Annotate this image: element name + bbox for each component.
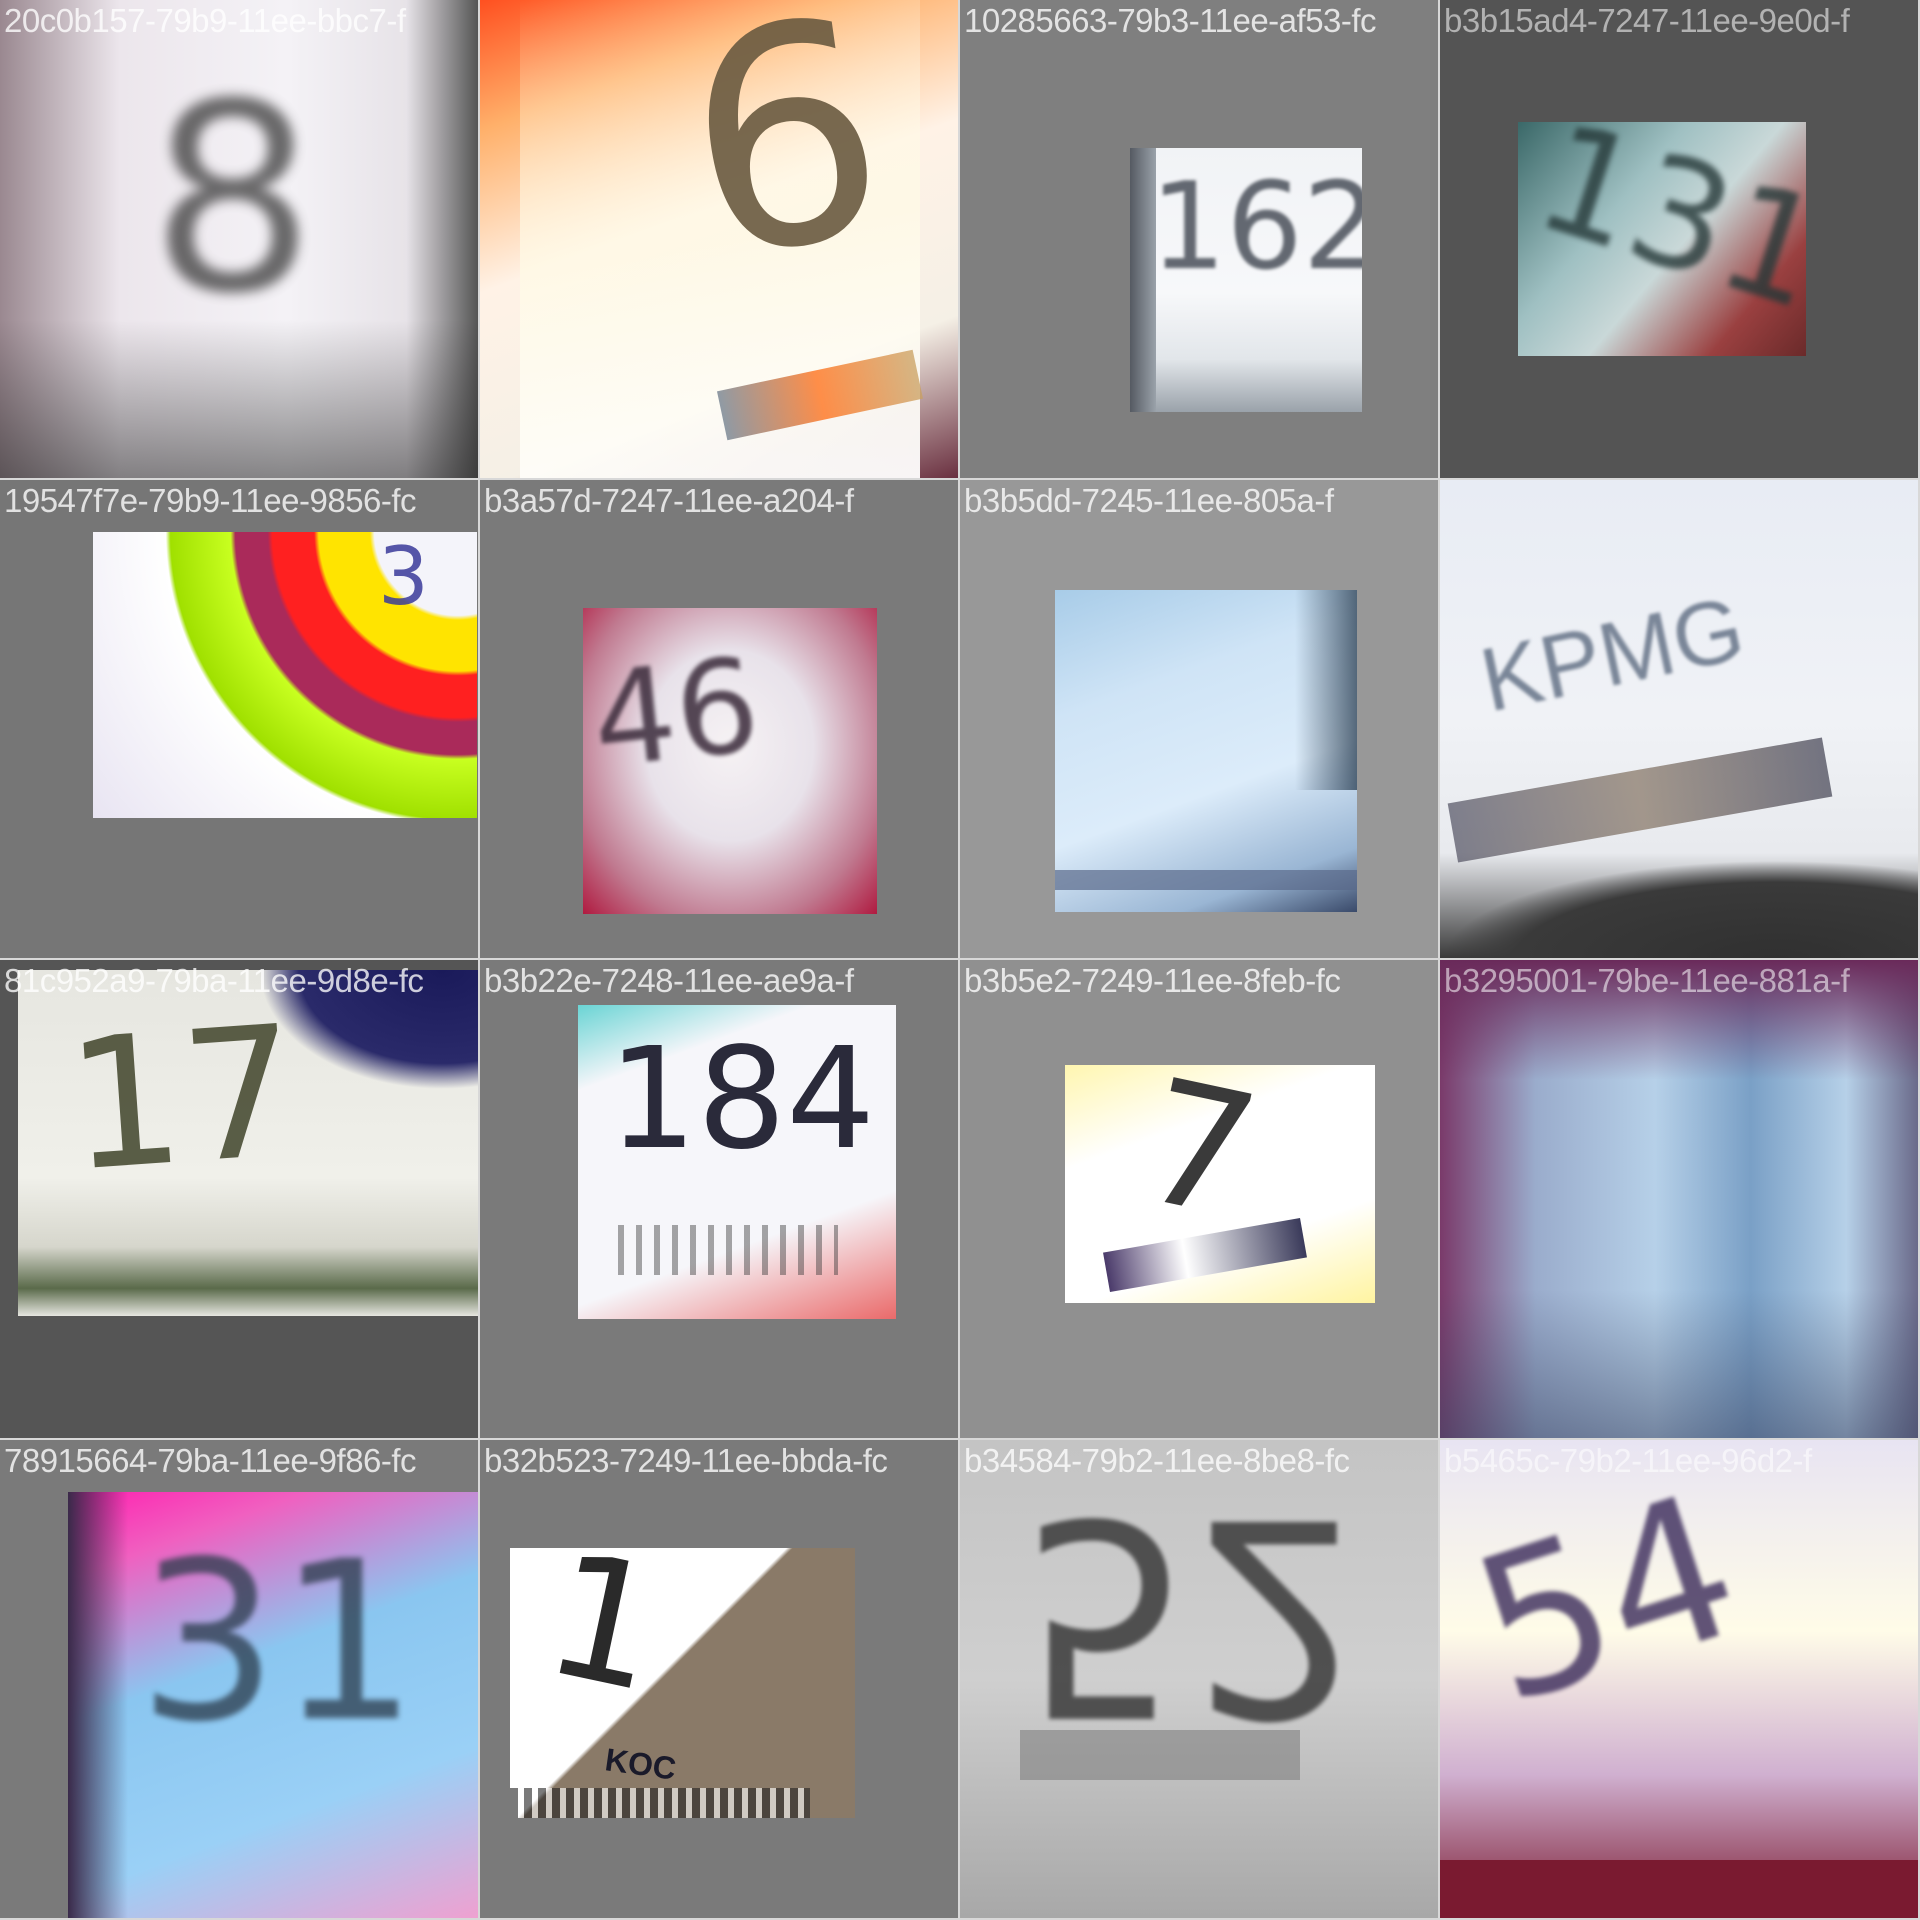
tile-10: 184 b3b22e-7248-11ee-ae9a-f — [480, 960, 960, 1440]
tile-label: b3b22e-7248-11ee-ae9a-f — [484, 962, 854, 999]
tile-label: b3b5dd-7245-11ee-805a-f — [964, 482, 1334, 519]
tile-1: 8 20c0b157-79b9-11ee-bbc7-f — [0, 0, 480, 480]
tile-label: b32b523-7249-11ee-bbda-fc — [484, 1442, 888, 1479]
tile-label: b3b15ad4-7247-11ee-9e0d-f — [1444, 2, 1850, 39]
tile-3: 162 10285663-79b3-11ee-af53-fc — [960, 0, 1440, 480]
tile-11: 7 b3b5e2-7249-11ee-8feb-fc — [960, 960, 1440, 1440]
tile-digits: 184 — [608, 1018, 876, 1181]
tile-label: 78915664-79ba-11ee-9f86-fc — [4, 1442, 417, 1479]
crop-photo: 31 — [68, 1492, 478, 1918]
tile-7: b3b5dd-7245-11ee-805a-f — [960, 480, 1440, 960]
crop-photo — [1055, 590, 1357, 912]
tile-12: b3295001-79be-11ee-881a-f — [1440, 960, 1920, 1440]
crop-photo: 3 — [93, 532, 477, 818]
tile-digits: 131 — [1518, 122, 1806, 344]
tile-label: 10285663-79b3-11ee-af53-fc — [964, 2, 1377, 39]
tile-brand-text: KOC — [602, 1741, 679, 1787]
tile-digits: 8 — [150, 49, 316, 351]
tile-label: b5465c-79b2-11ee-96d2-f — [1444, 1442, 1812, 1479]
tile-label: b34584-79b2-11ee-8be8-fc — [964, 1442, 1350, 1479]
tile-label: 19547f7e-79b9-11ee-9856-fc — [4, 482, 417, 519]
tile-5: 3 19547f7e-79b9-11ee-9856-fc — [0, 480, 480, 960]
tile-14: 1 KOC b32b523-7249-11ee-bbda-fc — [480, 1440, 960, 1920]
tile-6: 46 b3a57d-7247-11ee-a204-f — [480, 480, 960, 960]
tile-label: b3a57d-7247-11ee-a204-f — [484, 482, 854, 519]
tile-brand-text: KPMG — [1472, 578, 1753, 732]
tile-8: KPMG — [1440, 480, 1920, 960]
tile-digits: 7 — [1125, 1065, 1273, 1259]
tile-digits: 1 — [530, 1548, 678, 1732]
tile-label: b3295001-79be-11ee-881a-f — [1444, 962, 1850, 999]
tile-digits: 3 — [378, 532, 429, 623]
tile-digits: 162 — [1150, 158, 1362, 297]
tile-label: 81c952a9-79ba-11ee-9d8e-fc — [4, 962, 424, 999]
tile-digits: 31 — [138, 1514, 418, 1770]
crop-photo: 184 — [578, 1005, 896, 1319]
tile-digits: 6 — [666, 0, 905, 326]
tile-4: 131 b3b15ad4-7247-11ee-9e0d-f — [1440, 0, 1920, 480]
tile-15: 52 b34584-79b2-11ee-8be8-fc — [960, 1440, 1440, 1920]
tile-9: 17 81c952a9-79ba-11ee-9d8e-fc — [0, 960, 480, 1440]
tile-label: 20c0b157-79b9-11ee-bbc7-f — [4, 2, 406, 39]
tile-16: 54 b5465c-79b2-11ee-96d2-f — [1440, 1440, 1920, 1920]
crop-photo: 7 — [1065, 1065, 1375, 1303]
tile-13: 31 78915664-79ba-11ee-9f86-fc — [0, 1440, 480, 1920]
crop-photo: 17 — [18, 970, 478, 1316]
crop-photo: 1 KOC — [510, 1548, 855, 1818]
tile-label: b3b5e2-7249-11ee-8feb-fc — [964, 962, 1341, 999]
tile-digits: 46 — [585, 628, 766, 798]
image-grid: 8 20c0b157-79b9-11ee-bbc7-f 6 162 102856… — [0, 0, 1920, 1920]
crop-photo: 46 — [583, 608, 877, 914]
crop-photo: 131 — [1518, 122, 1806, 356]
crop-photo: 162 — [1130, 148, 1362, 412]
tile-digits: 54 — [1450, 1449, 1765, 1750]
tile-2: 6 — [480, 0, 960, 480]
tile-digits: 52 — [1020, 1458, 1364, 1773]
